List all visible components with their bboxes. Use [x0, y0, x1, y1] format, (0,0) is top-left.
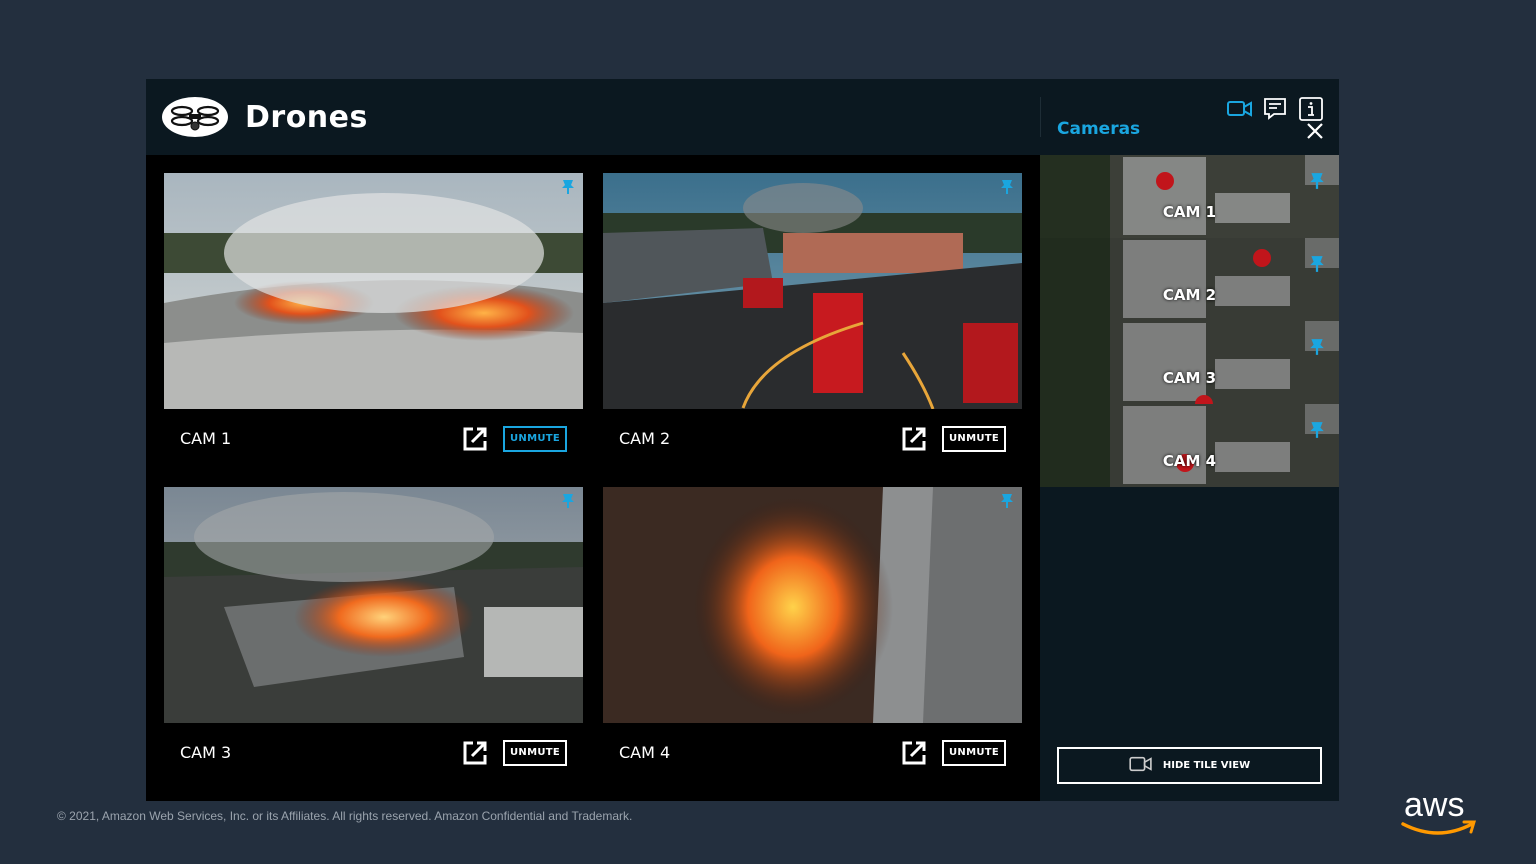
camera-list-item[interactable]: CAM 1	[1040, 155, 1339, 238]
chat-icon[interactable]	[1263, 97, 1287, 121]
header: Drones	[146, 79, 1040, 155]
unmute-button[interactable]: UNMUTE	[503, 739, 567, 766]
unmute-button[interactable]: UNMUTE	[503, 425, 567, 452]
aws-logo: aws	[1400, 786, 1480, 842]
hide-tile-view-button[interactable]: HIDE TILE VIEW	[1057, 747, 1322, 784]
camera-list-label: CAM 2	[1162, 286, 1217, 304]
camera-list-item[interactable]: CAM 3	[1040, 321, 1339, 404]
camera-list: CAM 1 CAM 2 CAM 3 CAM 4	[1040, 155, 1339, 487]
camera-list-label: CAM 1	[1162, 203, 1217, 221]
tile-controls: CAM 2 UNMUTE	[603, 409, 1022, 468]
camera-label: CAM 3	[180, 743, 232, 762]
drone-icon	[162, 97, 228, 137]
camera-list-item[interactable]: CAM 2	[1040, 238, 1339, 321]
aws-logo-text: aws	[1404, 786, 1464, 824]
tile-controls: CAM 4 UNMUTE	[603, 723, 1022, 782]
info-icon[interactable]	[1299, 97, 1323, 121]
camera-tile[interactable]: CAM 1 UNMUTE	[164, 173, 583, 468]
video-feed[interactable]	[603, 487, 1022, 723]
video-camera-icon	[1129, 755, 1153, 776]
pop-out-icon[interactable]	[461, 425, 489, 453]
video-camera-icon[interactable]	[1227, 97, 1252, 121]
pop-out-icon[interactable]	[900, 425, 928, 453]
sidebar-title: Cameras	[1057, 119, 1141, 139]
unmute-button[interactable]: UNMUTE	[942, 425, 1006, 452]
pin-icon[interactable]	[1309, 255, 1325, 277]
pin-icon[interactable]	[561, 179, 575, 199]
tile-controls: CAM 3 UNMUTE	[164, 723, 583, 782]
camera-tile[interactable]: CAM 3 UNMUTE	[164, 487, 583, 782]
video-feed[interactable]	[603, 173, 1022, 409]
video-feed[interactable]	[164, 487, 583, 723]
camera-list-item[interactable]: CAM 4	[1040, 404, 1339, 487]
close-icon[interactable]	[1305, 121, 1325, 141]
pin-icon[interactable]	[1309, 172, 1325, 194]
pop-out-icon[interactable]	[900, 739, 928, 767]
cameras-sidebar: Cameras CAM 1 CAM 2 CAM 3 CAM 4 HIDE TIL…	[1040, 79, 1339, 801]
pin-icon[interactable]	[1309, 338, 1325, 360]
drones-app: Drones CAM 1 UNMUTE CAM 2 UNMUTE CAM 3 U…	[146, 79, 1339, 801]
camera-label: CAM 2	[619, 429, 671, 448]
video-feed[interactable]	[164, 173, 583, 409]
pin-icon[interactable]	[561, 493, 575, 513]
pin-icon[interactable]	[1309, 421, 1325, 443]
pin-icon[interactable]	[1000, 179, 1014, 199]
page-title: Drones	[245, 99, 368, 135]
camera-label: CAM 1	[180, 429, 232, 448]
drone-marker-icon	[1253, 249, 1271, 267]
camera-label: CAM 4	[619, 743, 671, 762]
unmute-button[interactable]: UNMUTE	[942, 739, 1006, 766]
drone-marker-icon	[1156, 172, 1174, 190]
pop-out-icon[interactable]	[461, 739, 489, 767]
divider	[1040, 97, 1041, 137]
camera-tile[interactable]: CAM 2 UNMUTE	[603, 173, 1022, 468]
copyright-footer: © 2021, Amazon Web Services, Inc. or its…	[57, 809, 633, 823]
camera-list-label: CAM 3	[1162, 369, 1217, 387]
hide-tile-view-label: HIDE TILE VIEW	[1162, 760, 1251, 771]
sidebar-toolbar	[1227, 97, 1323, 121]
pin-icon[interactable]	[1000, 493, 1014, 513]
camera-tile[interactable]: CAM 4 UNMUTE	[603, 487, 1022, 782]
tile-controls: CAM 1 UNMUTE	[164, 409, 583, 468]
camera-list-label: CAM 4	[1162, 452, 1217, 470]
